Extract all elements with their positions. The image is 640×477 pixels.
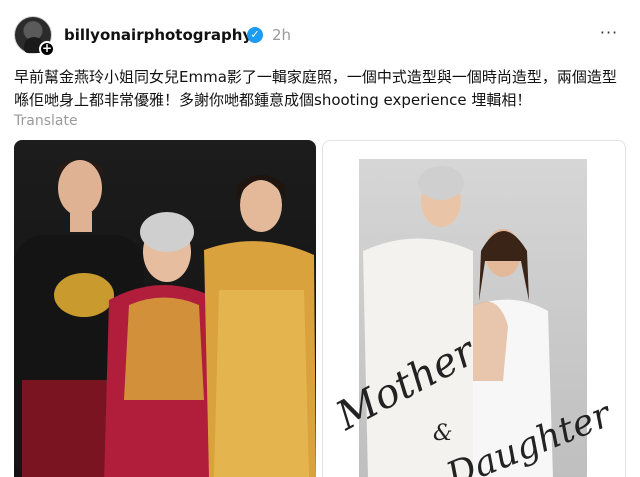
- photo-family-chinese-attire[interactable]: [14, 140, 316, 477]
- timestamp: 2h: [272, 26, 292, 44]
- script-ampersand: &: [433, 421, 453, 446]
- more-options-icon[interactable]: ···: [598, 23, 620, 43]
- follow-plus-icon[interactable]: +: [39, 41, 55, 57]
- photo-mother-daughter-fashion[interactable]: Mother & Daughter: [322, 140, 626, 477]
- photo-left-illustration: [14, 159, 316, 477]
- username[interactable]: billyonairphotography: [64, 26, 252, 44]
- post-caption: 早前幫金燕玲小姐同女兒Emma影了一輯家庭照，一個中式造型與一個時尚造型，兩個造…: [14, 68, 617, 109]
- translate-link[interactable]: Translate: [14, 113, 78, 129]
- post-header: + billyonairphotography ✓ 2h ···: [14, 14, 626, 58]
- avatar[interactable]: +: [14, 16, 55, 57]
- verified-badge-icon: ✓: [247, 27, 263, 43]
